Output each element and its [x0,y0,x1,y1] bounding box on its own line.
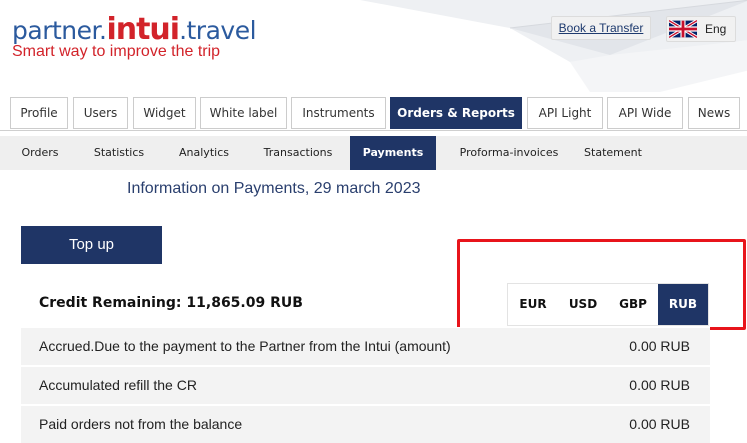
subtab-statistics[interactable]: Statistics [80,136,158,170]
row-value: 0.00 RUB [629,416,690,432]
tab-api-wide[interactable]: API Wide [607,97,683,129]
logo[interactable]: partner.intui.travel Smart way to improv… [12,12,257,61]
sub-nav-tabs: Orders Statistics Analytics Transactions… [0,136,747,170]
top-up-button[interactable]: Top up [21,226,162,264]
table-row: Accumulated refill the CR 0.00 RUB [21,366,710,404]
credit-remaining: Credit Remaining: 11,865.09 RUB [39,295,303,311]
paper-plane-graphic [360,0,747,92]
tab-white-label[interactable]: White label [200,97,287,129]
tab-widget[interactable]: Widget [133,97,196,129]
table-row: Paid orders not from the balance 0.00 RU… [21,405,710,443]
book-transfer-link[interactable]: Book a Transfer [551,16,651,40]
row-label: Accrued.Due to the payment to the Partne… [39,338,451,354]
header: partner.intui.travel Smart way to improv… [0,0,747,92]
highlight-box [457,239,746,330]
tab-divider [0,130,747,131]
tab-users[interactable]: Users [73,97,128,129]
payments-panel: Information on Payments, 29 march 2023 T… [0,170,747,443]
subtab-proforma-invoices[interactable]: Proforma-invoices [448,136,570,170]
language-selector[interactable]: Eng [666,16,736,42]
subtab-transactions[interactable]: Transactions [252,136,344,170]
tab-profile[interactable]: Profile [10,97,68,129]
uk-flag-icon [669,20,697,38]
table-row: Accrued.Due to the payment to the Partne… [21,327,710,365]
main-nav-tabs: Profile Users Widget White label Instrum… [0,97,747,130]
subtab-orders[interactable]: Orders [8,136,72,170]
subtab-payments[interactable]: Payments [350,136,436,170]
row-label: Paid orders not from the balance [39,416,243,432]
row-value: 0.00 RUB [629,338,690,354]
row-label: Accumulated refill the CR [39,377,197,393]
tab-instruments[interactable]: Instruments [291,97,386,129]
subtab-statement[interactable]: Statement [578,136,648,170]
payments-table: Accrued.Due to the payment to the Partne… [21,327,710,443]
logo-tagline: Smart way to improve the trip [12,43,221,60]
tab-news[interactable]: News [688,97,740,129]
tab-api-light[interactable]: API Light [527,97,603,129]
language-label: Eng [705,22,727,36]
tab-orders-reports[interactable]: Orders & Reports [390,97,522,129]
subtab-analytics[interactable]: Analytics [166,136,242,170]
logo-text: partner.intui.travel [12,12,257,47]
row-value: 0.00 RUB [629,377,690,393]
page-title: Information on Payments, 29 march 2023 [127,180,421,197]
